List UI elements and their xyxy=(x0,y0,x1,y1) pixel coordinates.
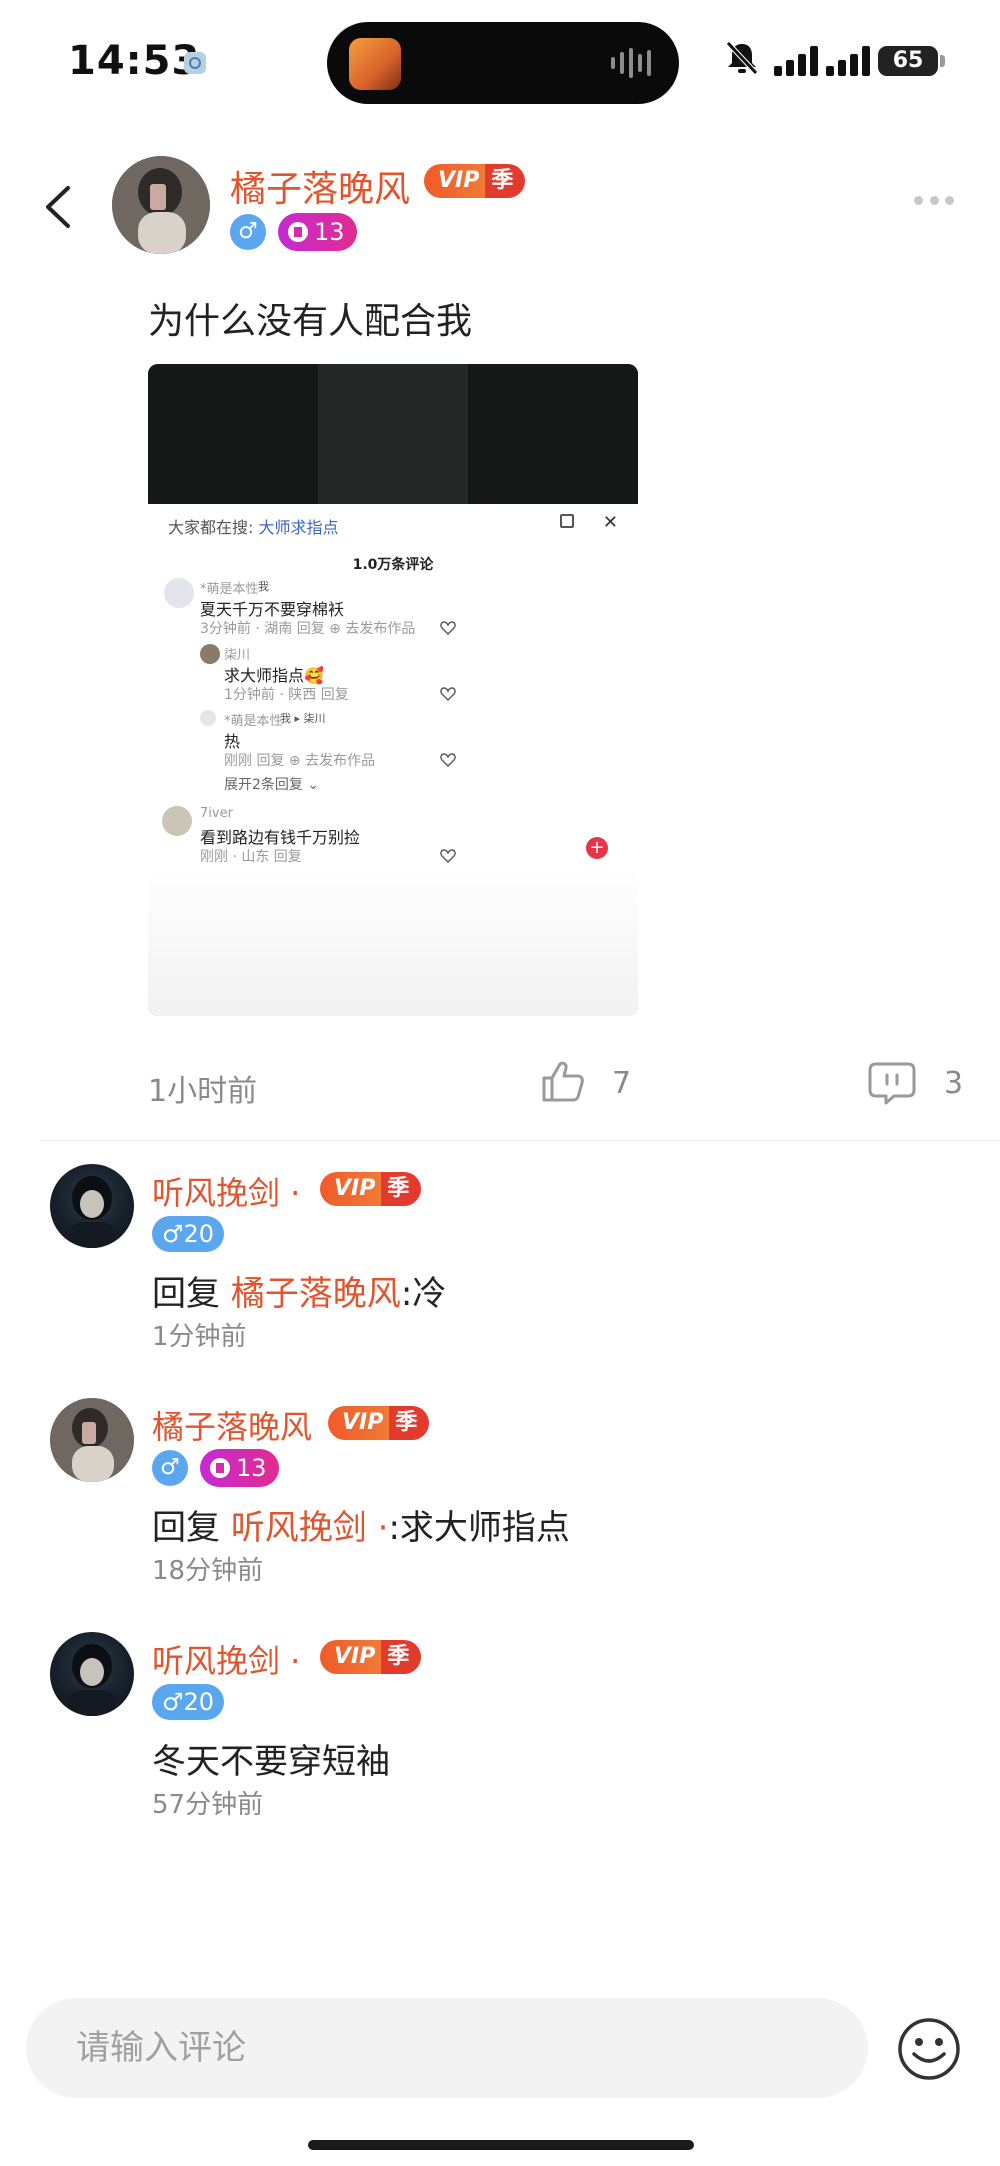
thumbs-up-icon[interactable] xyxy=(540,1058,586,1104)
back-chevron-icon[interactable] xyxy=(38,182,78,232)
reply-content: 冬天不要穿短袖 xyxy=(152,1742,390,1782)
vip-badge: VIP 季 xyxy=(424,164,526,198)
reply-time: 57分钟前 xyxy=(152,1790,264,1820)
image-comment-tag: 我 ▸ 柒川 xyxy=(280,712,326,725)
image-comment-avatar xyxy=(164,578,194,608)
like-count: 7 xyxy=(612,1066,632,1101)
avatar-photo-icon xyxy=(68,1176,116,1248)
reply-avatar[interactable] xyxy=(50,1164,134,1248)
image-bottom-fade xyxy=(148,864,638,1016)
level-value: 13 xyxy=(314,218,345,246)
reply-author-name[interactable]: 听风挽剑 · xyxy=(152,1168,300,1214)
level-badge: 13 xyxy=(200,1449,279,1487)
gender-male-badge: ♂ xyxy=(230,214,266,250)
gender-male-badge: ♂ xyxy=(152,1450,188,1486)
image-heart-icon xyxy=(440,621,456,635)
reply-level-badge: ♂20 xyxy=(152,1684,225,1720)
avatar-photo-icon xyxy=(68,1644,116,1716)
comment-count: 3 xyxy=(944,1066,964,1101)
vip-label: VIP xyxy=(424,164,486,198)
reply-prefix: 回复 xyxy=(152,1274,231,1314)
reply-level-badge: ♂20 xyxy=(152,1216,225,1252)
image-comment-text: 热 xyxy=(224,732,241,751)
image-search-term: 大师求指点 xyxy=(258,518,339,537)
image-comment-name: *萌是本性 xyxy=(200,582,259,597)
reply-avatar[interactable] xyxy=(50,1398,134,1482)
image-comment-tag: 我 xyxy=(258,580,269,593)
reply-text: 回复 听风挽剑 ·:求大师指点 xyxy=(152,1500,570,1549)
image-comment-name: *萌是本性 xyxy=(224,714,283,729)
image-comment-name: 柒川 xyxy=(224,648,251,663)
level-badge: 13 xyxy=(278,213,357,251)
image-search-row: 大家都在搜: 大师求指点 xyxy=(168,514,339,538)
post-author-name[interactable]: 橘子落晚风 xyxy=(230,160,410,212)
battery-tip xyxy=(940,55,945,67)
vip-badge: VIP 季 xyxy=(328,1406,430,1440)
comment-input-bar[interactable] xyxy=(26,1998,868,2098)
comment-input[interactable] xyxy=(76,1998,836,2098)
image-heart-icon xyxy=(440,849,456,863)
audio-wave-icon xyxy=(611,48,651,78)
reply-mention[interactable]: 听风挽剑 · xyxy=(231,1508,389,1548)
diamond-icon xyxy=(210,1458,230,1478)
image-comment-name: 7iver xyxy=(200,806,233,821)
status-time: 14:53 xyxy=(68,38,201,84)
image-comment-meta: 3分钟前 · 湖南 回复 ⊕ 去发布作品 xyxy=(200,621,416,637)
signal-sim1-icon xyxy=(774,44,822,76)
image-comment-avatar xyxy=(162,806,192,836)
divider xyxy=(40,1140,1000,1141)
smiley-face-icon[interactable] xyxy=(896,2016,962,2082)
image-comment-meta: 1分钟前 · 陕西 回复 xyxy=(224,687,349,703)
reply-content: :求大师指点 xyxy=(388,1508,570,1548)
reply-avatar[interactable] xyxy=(50,1632,134,1716)
image-heart-icon xyxy=(440,687,456,701)
image-comment-text: 夏天千万不要穿棉袄 xyxy=(200,600,345,619)
image-comment-text: 看到路边有钱千万别捡 xyxy=(200,828,361,847)
reply-mention[interactable]: 橘子落晚风 xyxy=(231,1274,401,1314)
dynamic-island[interactable] xyxy=(327,22,679,104)
avatar-photo-icon xyxy=(112,156,210,254)
music-app-icon xyxy=(349,38,401,90)
vip-badge: VIP 季 xyxy=(320,1172,422,1206)
image-comment-text: 求大师指点🥰 xyxy=(224,666,324,685)
mute-bell-icon xyxy=(726,41,758,75)
vip-season-label: 季 xyxy=(485,164,526,198)
reply-time: 18分钟前 xyxy=(152,1556,264,1586)
home-indicator xyxy=(308,2140,694,2150)
vip-badge: VIP 季 xyxy=(320,1640,422,1674)
image-close-icon: ✕ xyxy=(602,512,618,533)
battery-indicator: 65 xyxy=(878,46,938,76)
image-heart-icon xyxy=(440,753,456,767)
reply-content: :冷 xyxy=(400,1274,447,1314)
more-dots-icon[interactable] xyxy=(914,196,954,208)
author-avatar[interactable] xyxy=(112,156,210,254)
image-comment-avatar xyxy=(200,710,216,726)
reply-time: 1分钟前 xyxy=(152,1322,247,1352)
diamond-icon xyxy=(288,222,308,242)
image-follow-plus-icon: + xyxy=(586,837,608,859)
status-bar: 14:53 65 xyxy=(0,0,1000,120)
signal-sim2-icon xyxy=(826,44,874,76)
level-value: 13 xyxy=(236,1454,267,1482)
reply-text: 冬天不要穿短袖 xyxy=(152,1734,390,1783)
image-comment-meta: 刚刚 · 山东 回复 xyxy=(200,849,302,865)
image-comment-meta: 刚刚 回复 ⊕ 去发布作品 xyxy=(224,753,376,769)
image-expand-replies: 展开2条回复 ⌄ xyxy=(224,777,320,793)
image-video-strip xyxy=(318,364,468,504)
reply-author-name[interactable]: 听风挽剑 · xyxy=(152,1636,300,1682)
reply-text: 回复 橘子落晚风:冷 xyxy=(152,1266,446,1315)
alarm-icon xyxy=(184,52,206,74)
avatar-photo-icon xyxy=(50,1398,134,1482)
reply-prefix: 回复 xyxy=(152,1508,231,1548)
post-image[interactable]: 大家都在搜: 大师求指点 ✕ 1.0万条评论 *萌是本性 我 夏天千万不要穿棉袄… xyxy=(148,364,638,1016)
post-time: 1小时前 xyxy=(148,1074,258,1109)
image-expand-icon xyxy=(560,514,574,528)
reply-author-name[interactable]: 橘子落晚风 xyxy=(152,1402,312,1448)
comment-bubble-icon[interactable] xyxy=(868,1060,916,1106)
image-comment-count: 1.0万条评论 xyxy=(352,557,434,573)
image-comment-avatar xyxy=(200,644,220,664)
post-text: 为什么没有人配合我 xyxy=(148,301,473,342)
image-search-prefix: 大家都在搜: xyxy=(168,518,254,537)
